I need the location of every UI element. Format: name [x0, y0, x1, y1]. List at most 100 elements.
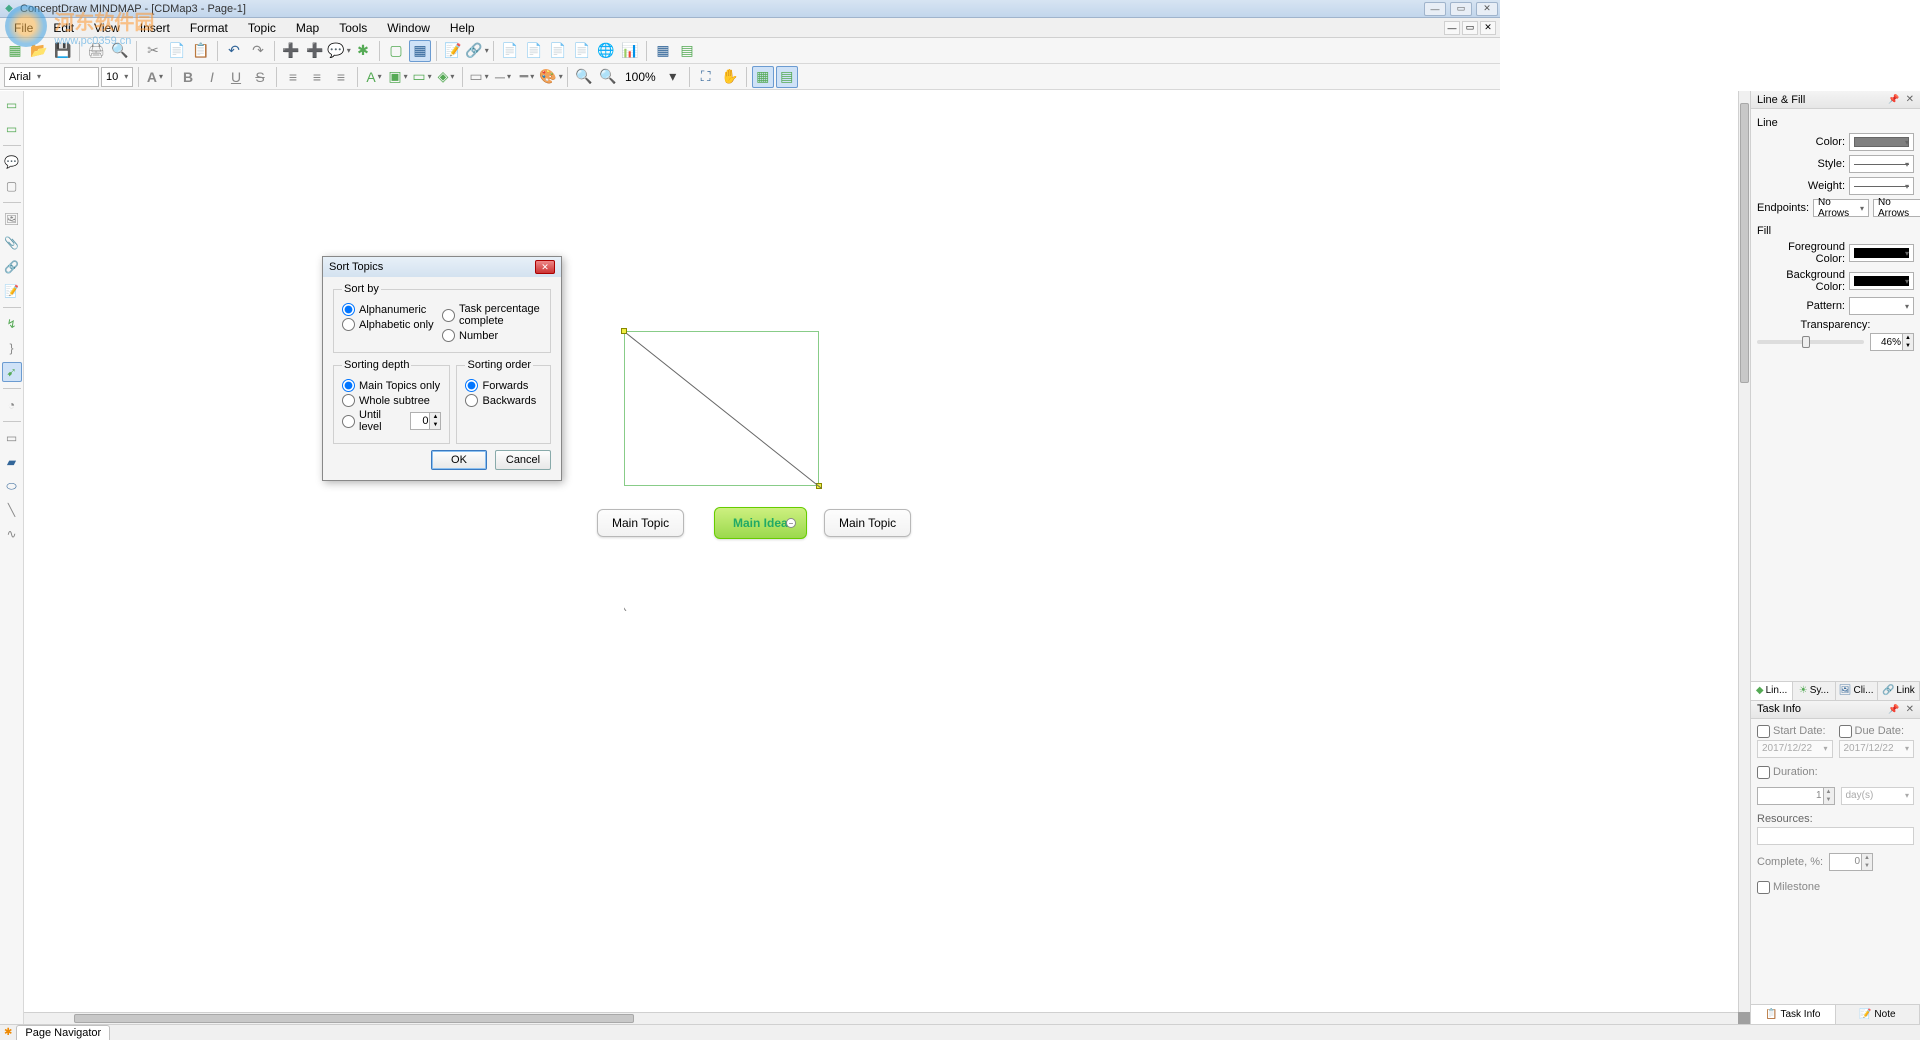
menu-insert[interactable]: Insert [130, 19, 180, 37]
line-weight-icon[interactable]: ━ [516, 66, 538, 88]
chk-milestone[interactable]: Milestone [1757, 881, 1914, 894]
doc-restore-button[interactable]: ▭ [1462, 21, 1478, 35]
tool-attachment-icon[interactable]: 📎 [2, 233, 22, 253]
export-word-icon[interactable]: 📄 [547, 40, 569, 62]
radio-alphanumeric[interactable]: Alphanumeric [342, 303, 442, 316]
complete-spinner[interactable]: 0▲▼ [1829, 853, 1873, 871]
menu-view[interactable]: View [84, 19, 130, 37]
transparency-slider[interactable] [1757, 340, 1864, 344]
copy-icon[interactable]: 📄 [166, 40, 188, 62]
tab-linefill[interactable]: ◆Lin... [1751, 682, 1793, 700]
font-family-select[interactable]: Arial [4, 67, 99, 87]
selection-rect[interactable] [624, 331, 819, 486]
note-icon[interactable]: 📝 [442, 40, 464, 62]
menu-map[interactable]: Map [286, 19, 329, 37]
startdate-input[interactable]: 2017/12/22 [1757, 740, 1833, 758]
relationship-icon[interactable]: ▦ [409, 40, 431, 62]
selection-handle-br[interactable] [816, 483, 822, 489]
line-style-icon[interactable]: ─ [492, 66, 514, 88]
tool-note-icon[interactable]: 📝 [2, 281, 22, 301]
page-navigator-tab[interactable]: Page Navigator [16, 1025, 110, 1040]
tool-topic-icon[interactable]: ▭ [2, 95, 22, 115]
zoom-dropdown-icon[interactable]: ▾ [662, 66, 684, 88]
line-color-select[interactable] [1849, 133, 1914, 151]
topic-shape-icon[interactable]: ▭ [468, 66, 490, 88]
align-right-icon[interactable]: ≡ [330, 66, 352, 88]
print-preview-icon[interactable]: 🔍 [109, 40, 131, 62]
theme-icon[interactable]: 🎨 [540, 66, 562, 88]
transparency-spinner[interactable]: 46%▲▼ [1870, 333, 1914, 351]
tool-line-icon[interactable]: ╲ [2, 500, 22, 520]
export-outline-icon[interactable]: 📊 [619, 40, 641, 62]
ok-button[interactable]: OK [431, 450, 487, 470]
page-nav-icon[interactable]: ✱ [4, 1027, 12, 1038]
level-spinner[interactable]: 0 ▲▼ [410, 412, 442, 430]
align-center-icon[interactable]: ≡ [306, 66, 328, 88]
duration-unit-select[interactable]: day(s) [1841, 787, 1915, 805]
pin-icon[interactable]: 📌 [1888, 94, 1899, 105]
topic-left[interactable]: Main Topic [597, 509, 684, 537]
topic-right[interactable]: Main Topic [824, 509, 911, 537]
add-callout-icon[interactable]: 💬 [328, 40, 350, 62]
duration-spinner[interactable]: 1▲▼ [1757, 787, 1835, 805]
cancel-button[interactable]: Cancel [495, 450, 551, 470]
close-button[interactable]: ✕ [1476, 2, 1498, 16]
line-weight-select[interactable] [1849, 177, 1914, 195]
zoom-out-icon[interactable]: 🔍 [597, 66, 619, 88]
export-html-icon[interactable]: 🌐 [595, 40, 617, 62]
tool-fill-icon[interactable]: ▰ [2, 452, 22, 472]
redo-icon[interactable]: ↷ [247, 40, 269, 62]
fill-color-icon[interactable]: ▣ [387, 66, 409, 88]
linefill-header[interactable]: Line & Fill 📌 ✕ [1751, 91, 1920, 109]
pan-icon[interactable]: ✋ [719, 66, 741, 88]
vertical-scrollbar[interactable] [1738, 91, 1750, 1012]
italic-icon[interactable]: I [201, 66, 223, 88]
menu-help[interactable]: Help [440, 19, 485, 37]
tab-taskinfo[interactable]: 📋Task Info [1751, 1005, 1836, 1024]
tool-relationship-icon[interactable]: ↯ [2, 314, 22, 334]
hyperlink-icon[interactable]: 🔗 [466, 40, 488, 62]
panel-close-icon[interactable]: ✕ [1906, 94, 1914, 105]
export-project-icon[interactable]: 📄 [571, 40, 593, 62]
radio-maintopics[interactable]: Main Topics only [342, 379, 441, 392]
doc-close-button[interactable]: ✕ [1480, 21, 1496, 35]
radio-number[interactable]: Number [442, 329, 542, 342]
tool-rect-icon[interactable]: ▭ [2, 428, 22, 448]
tool-callout-icon[interactable]: 💬 [2, 152, 22, 172]
menu-tools[interactable]: Tools [329, 19, 377, 37]
tool-ellipse-icon[interactable]: ⬭ [2, 476, 22, 496]
export-ppt-icon[interactable]: 📄 [523, 40, 545, 62]
maximize-button[interactable]: ▭ [1450, 2, 1472, 16]
tool-image-icon[interactable]: 🖼 [2, 209, 22, 229]
chk-startdate[interactable]: Start Date: [1757, 725, 1833, 738]
tool-summary-icon[interactable]: } [2, 338, 22, 358]
tool-boundary-icon[interactable]: ▢ [2, 176, 22, 196]
bg-color-select[interactable] [1849, 272, 1914, 290]
radio-alphabetic[interactable]: Alphabetic only [342, 318, 442, 331]
menu-format[interactable]: Format [180, 19, 238, 37]
resources-input[interactable] [1757, 827, 1914, 845]
line-color-icon[interactable]: ▭ [411, 66, 433, 88]
taskinfo-header[interactable]: Task Info 📌 ✕ [1751, 701, 1920, 719]
tool-hyperlink-icon[interactable]: 🔗 [2, 257, 22, 277]
menu-file[interactable]: File [4, 19, 43, 37]
tool-select-icon[interactable]: ➹ [2, 362, 22, 382]
bold-icon[interactable]: B [177, 66, 199, 88]
show-rulers-icon[interactable]: ▤ [776, 66, 798, 88]
export-pdf-icon[interactable]: 📄 [499, 40, 521, 62]
add-topic-icon[interactable]: ➕ [280, 40, 302, 62]
pattern-select[interactable] [1849, 297, 1914, 315]
dialog-close-icon[interactable]: ✕ [535, 260, 555, 274]
radio-backwards[interactable]: Backwards [465, 394, 542, 407]
end-arrow-select[interactable]: No Arrows [1873, 199, 1920, 217]
taskinfo-pin-icon[interactable]: 📌 [1888, 704, 1899, 715]
fit-page-icon[interactable]: ⛶ [695, 66, 717, 88]
chk-duration[interactable]: Duration: [1757, 766, 1914, 779]
tool-curve-icon[interactable]: ∿ [2, 524, 22, 544]
save-icon[interactable]: 💾 [52, 40, 74, 62]
radio-untillevel[interactable]: Until level 0 ▲▼ [342, 409, 441, 433]
outline-view-icon[interactable]: ▤ [676, 40, 698, 62]
new-icon[interactable]: ▦ [4, 40, 26, 62]
print-icon[interactable]: 🖨 [85, 40, 107, 62]
doc-minimize-button[interactable]: ― [1444, 21, 1460, 35]
